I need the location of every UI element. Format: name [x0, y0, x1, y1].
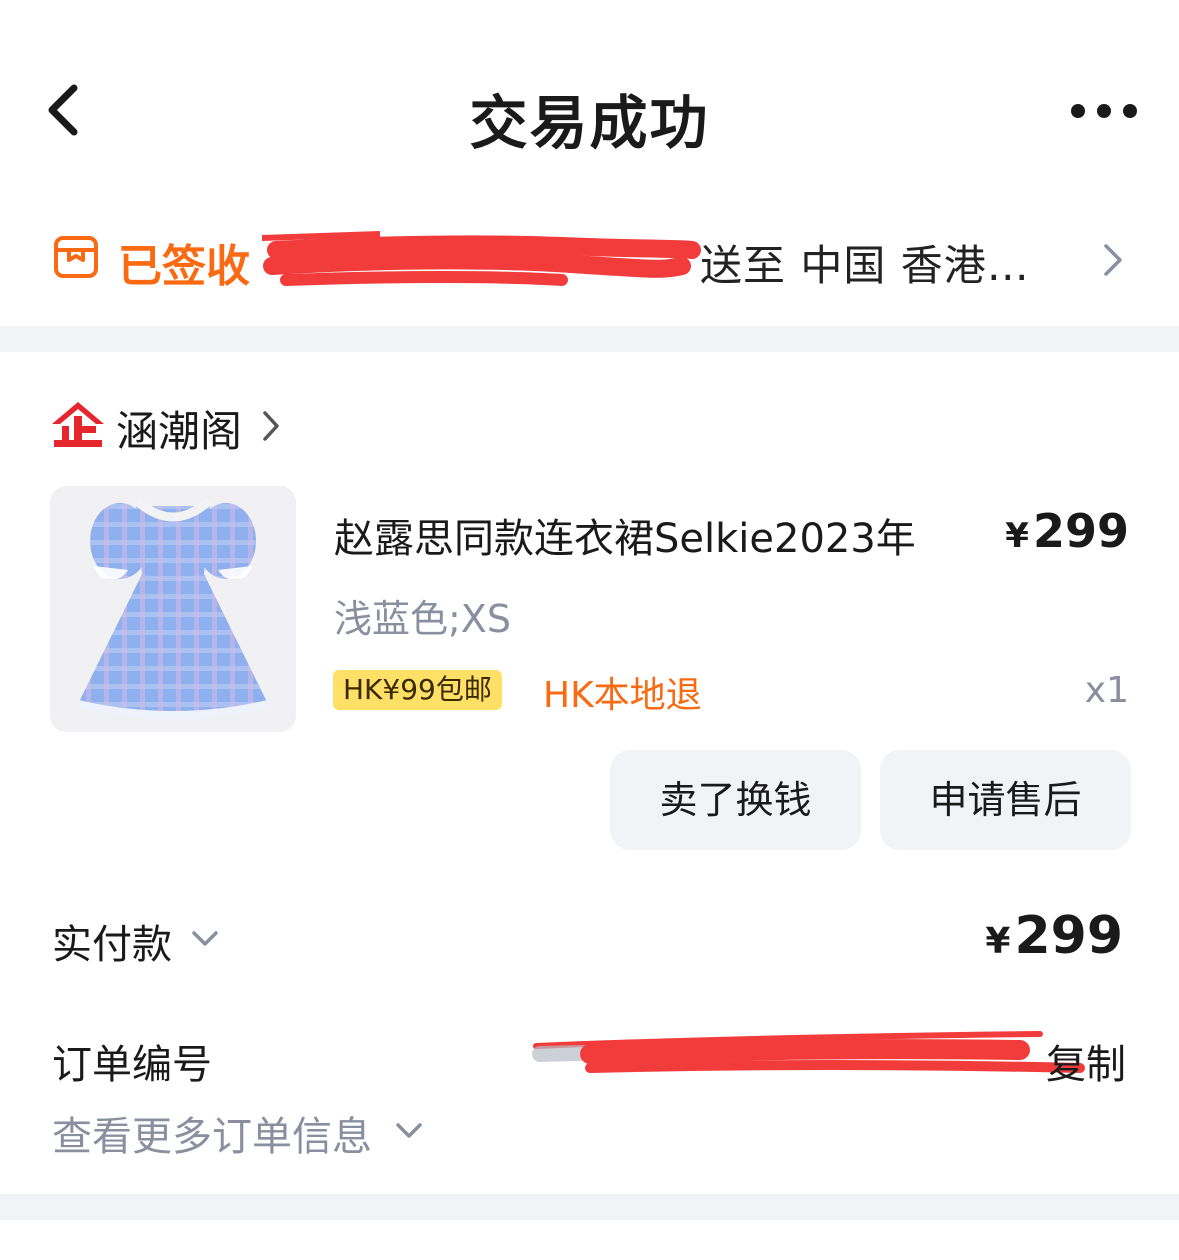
paid-amount: ¥299: [985, 906, 1123, 966]
delivery-status: 已签收: [118, 241, 250, 292]
product-title[interactable]: 赵露思同款连衣裙Selkie2023年: [334, 506, 916, 564]
redaction-scribble: [262, 231, 701, 286]
enterprise-logo-icon: [52, 402, 104, 447]
chevron-right-icon: [263, 411, 279, 441]
header: 交易成功: [0, 0, 1179, 200]
dress-illustration: [77, 496, 269, 719]
copy-button[interactable]: 复制: [1046, 1032, 1126, 1090]
redaction-scribble: [532, 1031, 1085, 1073]
shop-name: 涵潮阁: [116, 407, 243, 456]
product-spec: 浅蓝色;XS: [334, 597, 511, 641]
chevron-down-icon[interactable]: [190, 928, 220, 950]
order-number-label: 订单编号: [52, 1042, 212, 1088]
chevron-right-icon: [1104, 244, 1122, 276]
after-sale-button[interactable]: 申请售后: [880, 750, 1131, 850]
currency-symbol: ¥: [1005, 516, 1029, 556]
product-image[interactable]: [50, 486, 296, 732]
price-value: 299: [1032, 504, 1129, 558]
more-button[interactable]: [1066, 98, 1142, 124]
ellipsis-icon: [1071, 104, 1137, 118]
product-price: ¥299: [1005, 504, 1129, 558]
chevron-down-icon[interactable]: [394, 1120, 424, 1142]
paid-label[interactable]: 实付款: [52, 912, 172, 970]
paid-amount-value: 299: [1014, 906, 1123, 966]
return-tag: HK本地退: [543, 675, 702, 716]
currency-symbol: ¥: [985, 921, 1011, 962]
delivery-address: 送至 中国 香港…: [700, 241, 1030, 290]
section-divider: [0, 1194, 1179, 1220]
shipping-tag: HK¥99包邮: [333, 670, 502, 710]
section-divider: [0, 326, 1179, 352]
quantity: x1: [1084, 670, 1129, 711]
page-title: 交易成功: [469, 89, 710, 157]
more-order-info-link[interactable]: 查看更多订单信息: [52, 1104, 372, 1162]
sell-button[interactable]: 卖了换钱: [610, 750, 861, 850]
package-icon: [54, 236, 98, 278]
logistics-row[interactable]: 已签收 送至 中国 香港…: [0, 210, 1179, 306]
